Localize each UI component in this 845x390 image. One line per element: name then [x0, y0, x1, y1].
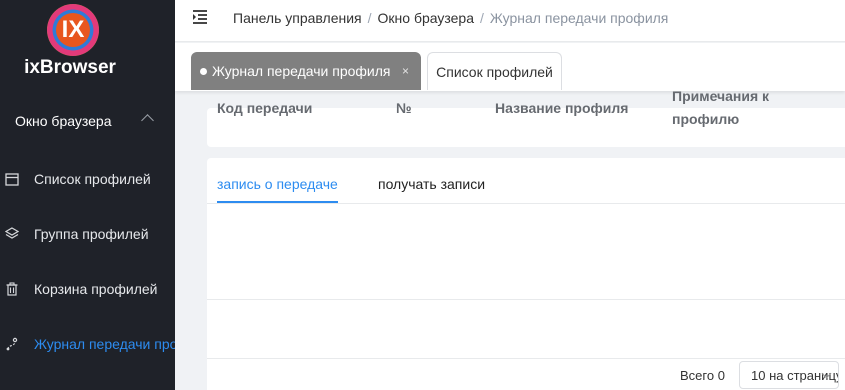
content-panel: запись о передаче получать записи [207, 158, 845, 390]
pagination-total: Всего 0 [680, 368, 725, 383]
close-icon[interactable]: × [402, 52, 409, 90]
breadcrumb-separator: / [367, 10, 372, 26]
sidebar: IX ixBrowser Окно браузера Список профил… [0, 0, 175, 390]
sidebar-item-profile-trash[interactable]: Корзина профилей [0, 269, 175, 309]
sidebar-item-profile-group[interactable]: Группа профилей [0, 214, 175, 254]
logo-letters: IX [56, 13, 90, 47]
tab-profile-list[interactable]: Список профилей [427, 52, 562, 90]
tab-received-records[interactable]: получать записи [378, 176, 485, 192]
breadcrumb: Панель управления / Окно браузера / Журнал п… [233, 10, 668, 26]
brand-name: ixBrowser [24, 57, 116, 78]
active-tab-underline [217, 201, 338, 203]
tab-transfer-records[interactable]: запись о передаче [217, 176, 338, 192]
chevron-up-icon[interactable] [141, 114, 154, 127]
sidebar-item-label: Список профилей [34, 171, 151, 187]
breadcrumb-separator: / [480, 10, 484, 26]
column-header-profile-name[interactable]: Название профиля [495, 97, 628, 120]
breadcrumb-item-dashboard[interactable]: Панель управления [233, 10, 362, 26]
menu-toggle-icon[interactable] [192, 9, 210, 25]
active-dot-icon [200, 67, 207, 75]
sidebar-item-label: Журнал передачи профиля [34, 336, 175, 352]
column-header-transfer-code[interactable]: Код передачи [217, 97, 312, 120]
page-size-select[interactable]: 10 на страницу [739, 361, 839, 389]
ixbrowser-logo: IX [47, 4, 99, 56]
header-bar: Панель управления / Окно браузера / Журнал п… [175, 0, 845, 42]
main-area: Панель управления / Окно браузера / Журнал п… [175, 0, 845, 390]
sidebar-item-profile-list[interactable]: Список профилей [0, 159, 175, 199]
transfer-icon [6, 337, 18, 351]
sidebar-item-label: Корзина профилей [34, 281, 158, 297]
sidebar-item-transfer-log[interactable]: Журнал передачи профиля [0, 324, 175, 364]
trash-icon [6, 282, 18, 296]
page-tabs-bar: Журнал передачи профиля × Список профиле… [175, 43, 845, 91]
tab-transfer-log[interactable]: Журнал передачи профиля × [191, 52, 421, 90]
table-header [207, 204, 845, 300]
tab-label: Журнал передачи профиля [212, 63, 391, 79]
column-header-profile-notes[interactable]: Примечания к профилю [672, 85, 792, 131]
menu-group-browser-window[interactable]: Окно браузера [15, 113, 111, 129]
column-header-number[interactable]: № [396, 97, 412, 120]
breadcrumb-item-browser-window[interactable]: Окно браузера [378, 10, 474, 26]
breadcrumb-item-current: Журнал передачи профиля [489, 10, 669, 26]
sidebar-item-label: Группа профилей [34, 226, 149, 242]
layers-icon [5, 227, 19, 239]
record-tabs: запись о передаче получать записи [207, 158, 845, 204]
calendar-icon [5, 173, 19, 186]
